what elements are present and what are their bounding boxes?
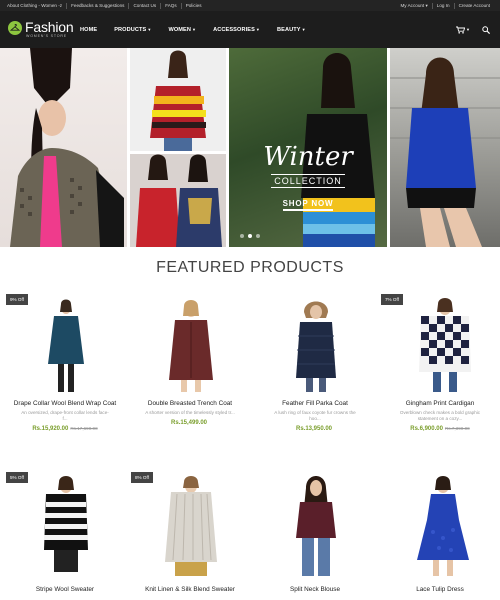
discount-badge: 7% Off — [381, 294, 403, 305]
hero-image-two-models — [130, 154, 226, 247]
product-card[interactable]: 8% Off Knit Linen & Silk Blend Sweater — [131, 472, 249, 594]
caret-down-icon: ▼ — [147, 27, 152, 32]
logo-name: Fashion — [25, 19, 74, 35]
product-image[interactable]: 7% Off — [381, 294, 499, 394]
primary-menu: HOME PRODUCTS ▼ WOMEN ▼ ACCESSORIES ▼ BEAUT… — [80, 11, 323, 48]
menu-products[interactable]: PRODUCTS ▼ — [114, 27, 151, 33]
price-original: Rs.7,390.00 — [444, 426, 470, 431]
link-contact[interactable]: Contact Us — [129, 2, 162, 9]
discount-badge: 9% Off — [6, 294, 28, 305]
cart-icon — [456, 26, 466, 34]
price-current: Rs.13,950.00 — [295, 426, 333, 432]
price-original: Rs.17,690.00 — [70, 426, 98, 431]
product-card[interactable]: 9% Off Drape Collar Wool Blend Wrap Coat… — [6, 294, 124, 432]
product-name[interactable]: Stripe Wool Sweater — [6, 586, 124, 594]
featured-heading: FEATURED PRODUCTS — [156, 259, 344, 276]
logo-tagline: WOMEN'S STORE — [26, 34, 67, 38]
hero-caption: Winter COLLECTION SHOP NOW — [229, 144, 387, 211]
product-name[interactable]: Feather Fill Parka Coat — [256, 400, 374, 408]
product-card[interactable]: 7% Off Gingham Print Cardigan Overblown … — [381, 294, 499, 432]
hero-image-striped-sweater — [130, 48, 226, 151]
product-description: An oversized, drape-front collar lends f… — [21, 410, 109, 421]
product-name[interactable]: Gingham Print Cardigan — [381, 400, 499, 408]
product-image[interactable] — [256, 294, 374, 394]
hero-banner[interactable]: Winter COLLECTION SHOP NOW — [0, 48, 500, 247]
product-image[interactable] — [131, 294, 249, 394]
product-name[interactable]: Knit Linen & Silk Blend Sweater — [131, 586, 249, 594]
logo[interactable]: Fashion WOMEN'S STORE — [8, 19, 74, 39]
utility-links-right: My Account ▾ Log In Create Account — [396, 0, 494, 11]
product-price: Rs.13,950.00 — [256, 426, 374, 432]
product-price: Rs.15,920.00 Rs.17,690.00 — [6, 426, 124, 432]
shop-now-button[interactable]: SHOP NOW — [282, 199, 334, 211]
caret-down-icon: ▼ — [192, 27, 197, 32]
product-price: Rs.6,900.00 Rs.7,390.00 — [381, 426, 499, 432]
discount-badge: 5% Off — [6, 472, 28, 483]
menu-products-label: PRODUCTS — [114, 26, 147, 33]
menu-accessories-label: ACCESSORIES — [213, 26, 255, 33]
menu-women[interactable]: WOMEN ▼ — [168, 27, 196, 33]
menu-home-label: HOME — [80, 26, 98, 33]
cart-button[interactable]: ▼ — [456, 26, 470, 34]
my-account-dropdown[interactable]: My Account ▾ — [396, 2, 433, 9]
slider-dot[interactable] — [240, 234, 244, 238]
product-image[interactable] — [256, 472, 374, 580]
product-card[interactable]: Feather Fill Parka Coat A lush ring of f… — [256, 294, 374, 432]
menu-beauty[interactable]: BEAUTY ▼ — [277, 27, 306, 33]
hanger-icon — [8, 21, 22, 35]
hero-title: Winter — [263, 142, 353, 172]
link-about[interactable]: About Clothing - Women -z — [7, 2, 68, 9]
product-description: A shorter version of the timelessly styl… — [145, 410, 235, 415]
product-image[interactable]: 5% Off — [6, 472, 124, 580]
login-link[interactable]: Log In — [433, 2, 455, 9]
slider-dots — [240, 234, 264, 238]
hero-subtitle: COLLECTION — [271, 174, 345, 188]
product-description: Overblown check makes a bold graphic sta… — [399, 410, 481, 421]
hero-slide-winter[interactable]: Winter COLLECTION SHOP NOW — [229, 48, 387, 247]
product-card[interactable]: Lace Tulip Dress — [381, 472, 499, 594]
link-policies[interactable]: Policies — [182, 3, 206, 9]
product-image[interactable] — [381, 472, 499, 580]
hero-image-blue-sweater — [390, 48, 500, 247]
search-icon[interactable] — [482, 25, 490, 34]
price-current: Rs.15,499.00 — [170, 420, 208, 426]
caret-down-icon: ▼ — [466, 27, 470, 32]
menu-accessories[interactable]: ACCESSORIES ▼ — [213, 27, 260, 33]
utility-links-left: About Clothing - Women -z Feedbacks & Su… — [7, 0, 206, 11]
price-current: Rs.6,900.00 — [410, 426, 443, 432]
product-name[interactable]: Lace Tulip Dress — [381, 586, 499, 594]
product-description: A lush ring of faux coyote fur crowns th… — [274, 410, 356, 421]
link-faqs[interactable]: FAQs — [161, 2, 182, 9]
caret-down-icon: ▼ — [255, 27, 260, 32]
menu-home[interactable]: HOME — [80, 27, 97, 33]
product-name[interactable]: Split Neck Blouse — [256, 586, 374, 594]
caret-down-icon: ▼ — [301, 27, 306, 32]
main-nav: Fashion WOMEN'S STORE HOME PRODUCTS ▼ WOM… — [0, 11, 500, 48]
menu-beauty-label: BEAUTY — [276, 26, 301, 33]
utility-bar: About Clothing - Women -z Feedbacks & Su… — [0, 0, 500, 11]
product-name[interactable]: Double Breasted Trench Coat — [131, 400, 249, 408]
nav-icons: ▼ — [456, 11, 490, 48]
price-current: Rs.15,920.00 — [32, 426, 69, 432]
slider-dot[interactable] — [248, 234, 252, 238]
link-feedback[interactable]: Feedbacks & Suggestions — [67, 2, 130, 9]
product-image[interactable]: 9% Off — [6, 294, 124, 394]
create-account-link[interactable]: Create Account — [455, 3, 494, 9]
product-card[interactable]: Split Neck Blouse — [256, 472, 374, 594]
product-card[interactable]: Double Breasted Trench Coat A shorter ve… — [131, 294, 249, 426]
product-price: Rs.15,499.00 — [131, 420, 249, 426]
product-name[interactable]: Drape Collar Wool Blend Wrap Coat — [6, 400, 124, 408]
slider-dot[interactable] — [256, 234, 260, 238]
menu-women-label: WOMEN — [168, 26, 192, 33]
hero-image-knit-sweater — [0, 48, 127, 247]
product-image[interactable]: 8% Off — [131, 472, 249, 580]
discount-badge: 8% Off — [131, 472, 153, 483]
product-card[interactable]: 5% Off Stripe Wool Sweater — [6, 472, 124, 594]
